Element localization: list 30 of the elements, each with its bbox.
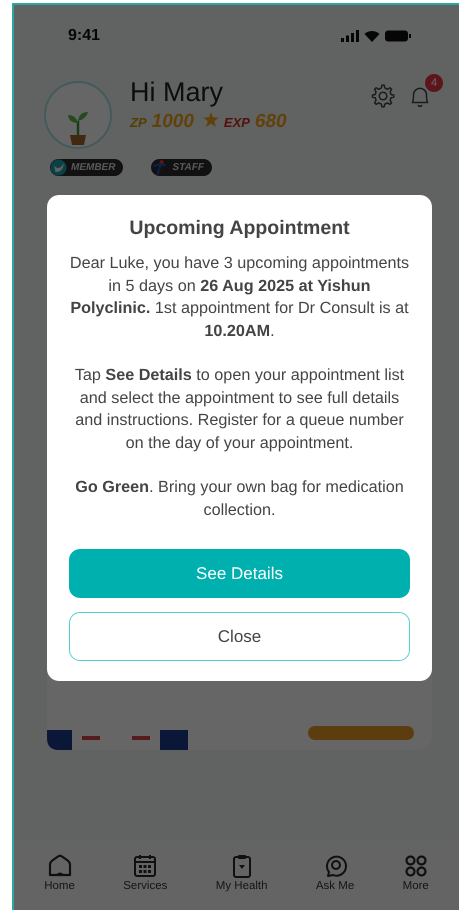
exp-value: 680 — [254, 111, 287, 133]
nav-tab[interactable]: Services — [117, 840, 174, 910]
status-time: 9:41 — [68, 27, 100, 45]
dialog-title: Upcoming Appointment — [129, 217, 350, 240]
dialog-paragraph: Go Green. Bring your own bag for medication collection. — [74, 477, 405, 520]
settings-icon[interactable] — [369, 83, 395, 109]
star-icon — [202, 112, 219, 127]
grid-icon — [402, 854, 429, 878]
leaf-icon — [50, 159, 67, 176]
nav-tab[interactable]: More — [396, 840, 435, 910]
nav-tab[interactable]: Home — [38, 840, 81, 910]
close-button[interactable]: Close — [69, 612, 410, 661]
notification-badge: 4 — [425, 74, 443, 92]
nav-tab[interactable]: Ask Me — [310, 840, 360, 910]
battery-icon — [385, 30, 411, 42]
badge-label: MEMBER — [71, 162, 116, 173]
badge-label: STAFF — [172, 162, 204, 173]
exp-label: EXP — [224, 115, 250, 130]
greeting: Hi Mary — [130, 77, 223, 108]
calendar-icon — [132, 854, 158, 878]
dialog-paragraph: Dear Luke, you have 3 upcoming appointments in 5 days on 26 Aug 2025 at Yishun Polyclinic. 1st appointment for Dr Consult is at 10.20AM. — [69, 253, 410, 342]
figure-icon — [151, 159, 168, 176]
home-icon — [46, 854, 73, 878]
points-value: 1000 — [152, 111, 194, 133]
nav-tab[interactable]: My Health — [210, 840, 274, 910]
see-details-button[interactable]: See Details — [69, 549, 410, 598]
points-label: ZP — [130, 115, 147, 130]
signal-icon — [341, 30, 359, 42]
wifi-icon — [364, 30, 380, 42]
dialog-paragraph: Tap See Details to open your appointment list and select the appointment to see full details and instructions. Register for a queue number on the day of your appointment. — [74, 365, 406, 454]
